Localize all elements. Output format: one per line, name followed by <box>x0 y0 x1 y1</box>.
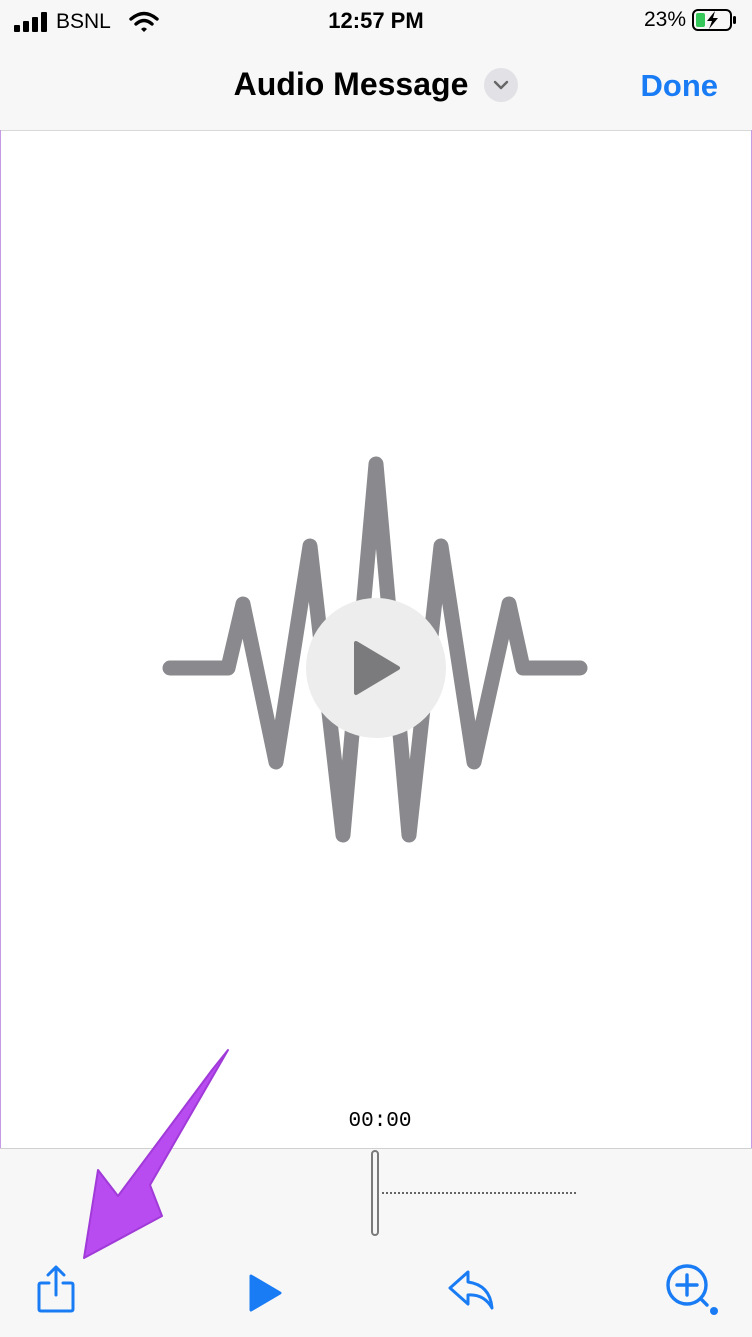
done-button[interactable]: Done <box>641 68 719 104</box>
status-time: 12:57 PM <box>328 8 424 33</box>
playhead-handle[interactable] <box>371 1150 379 1236</box>
share-button[interactable] <box>30 1262 82 1316</box>
reply-button[interactable] <box>444 1266 498 1314</box>
reply-icon <box>448 1270 494 1310</box>
battery-charging-icon <box>692 9 736 31</box>
add-circle-icon <box>666 1264 718 1315</box>
play-icon <box>249 1274 282 1312</box>
status-bar: BSNL 12:57 PM 23% <box>0 0 752 44</box>
chevron-down-icon <box>494 80 509 89</box>
battery-percent: 23% <box>643 8 686 31</box>
title-menu-button[interactable] <box>484 67 519 102</box>
audio-track-line[interactable] <box>382 1192 576 1194</box>
annotation-arrow-icon <box>83 1049 229 1259</box>
title-group[interactable]: Audio Message <box>0 66 752 103</box>
add-markup-button[interactable] <box>660 1260 722 1318</box>
page-title: Audio Message <box>233 66 469 102</box>
play-overlay-button[interactable] <box>306 598 446 738</box>
play-button[interactable] <box>240 1268 290 1318</box>
play-icon <box>354 641 400 695</box>
battery-group: 23% <box>644 8 738 32</box>
share-icon <box>37 1265 75 1313</box>
nav-bar: Audio Message Done <box>0 44 752 131</box>
